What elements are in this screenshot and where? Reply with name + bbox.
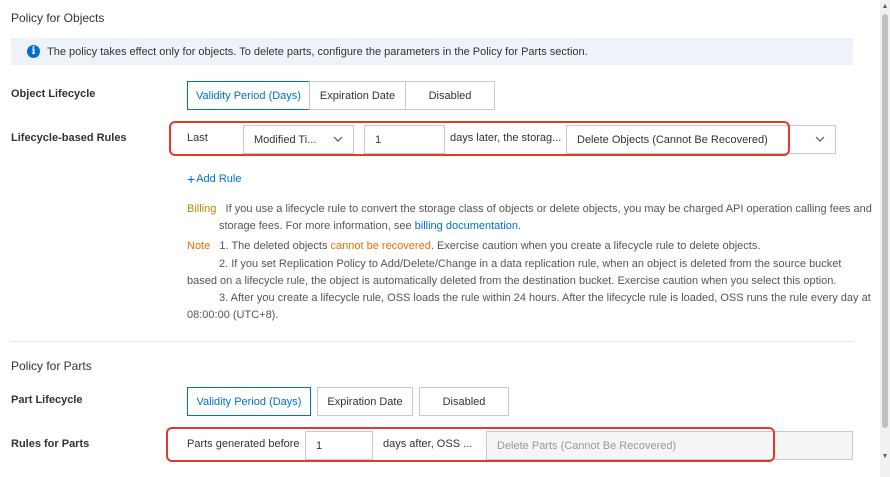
- note-tag: Note: [187, 240, 211, 252]
- plus-icon: +: [187, 171, 196, 187]
- billing-line-2: storage fees. For more information, see …: [219, 220, 521, 232]
- vertical-scrollbar[interactable]: ▲ ▼: [880, 0, 890, 477]
- object-lifecycle-validity-period-button[interactable]: Validity Period (Days): [187, 81, 310, 110]
- scroll-up-icon[interactable]: ▲: [881, 2, 889, 10]
- billing-text-1: If you use a lifecycle rule to convert t…: [225, 203, 872, 215]
- scroll-down-icon[interactable]: ▼: [881, 452, 889, 460]
- note1-warning: cannot be recovered: [330, 240, 431, 252]
- section-divider: [11, 341, 853, 342]
- part-lifecycle-expiration-date-button[interactable]: Expiration Date: [317, 387, 413, 416]
- info-banner: i The policy takes effect only for objec…: [11, 38, 853, 65]
- billing-text-2-end: .: [518, 220, 522, 232]
- add-rule-label: Add Rule: [196, 173, 242, 185]
- info-banner-text: The policy takes effect only for objects…: [47, 45, 588, 58]
- parts-rule-highlight: [166, 427, 775, 462]
- note1-text-end: . Exercise caution when you create a lif…: [430, 240, 761, 252]
- note-2-line-2: based on a lifecycle rule, the object is…: [187, 275, 837, 287]
- note-3-line-2: 08:00:00 (UTC+8).: [187, 309, 279, 321]
- note1-text-start: 1. The deleted objects: [219, 240, 331, 252]
- billing-tag: Billing: [187, 203, 217, 215]
- object-lifecycle-expiration-date-button[interactable]: Expiration Date: [309, 81, 406, 110]
- parts-section-title: Policy for Parts: [11, 359, 92, 373]
- object-lifecycle-disabled-button[interactable]: Disabled: [405, 81, 495, 110]
- billing-line-1: Billing If you use a lifecycle rule to c…: [187, 203, 872, 215]
- part-lifecycle-label: Part Lifecycle: [11, 394, 83, 406]
- add-rule-link[interactable]: + Add Rule: [187, 172, 241, 186]
- note-2-line-1: 2. If you set Replication Policy to Add/…: [219, 258, 842, 270]
- objects-rule-highlight: [169, 121, 790, 156]
- info-icon: i: [27, 45, 40, 58]
- note-line-1: Note 1. The deleted objects cannot be re…: [187, 240, 760, 252]
- note-3-line-1: 3. After you create a lifecycle rule, OS…: [219, 292, 871, 304]
- rules-for-parts-label: Rules for Parts: [11, 438, 90, 450]
- lifecycle-based-rules-label: Lifecycle-based Rules: [11, 132, 127, 144]
- billing-text-2: storage fees. For more information, see: [219, 220, 415, 232]
- objects-section-title: Policy for Objects: [11, 11, 105, 25]
- chevron-down-icon: [815, 136, 825, 142]
- part-lifecycle-disabled-button[interactable]: Disabled: [419, 387, 509, 416]
- part-lifecycle-validity-period-button[interactable]: Validity Period (Days): [187, 387, 311, 416]
- object-lifecycle-label: Object Lifecycle: [11, 88, 96, 100]
- scrollbar-thumb[interactable]: [882, 14, 888, 428]
- billing-documentation-link[interactable]: billing documentation: [415, 220, 518, 232]
